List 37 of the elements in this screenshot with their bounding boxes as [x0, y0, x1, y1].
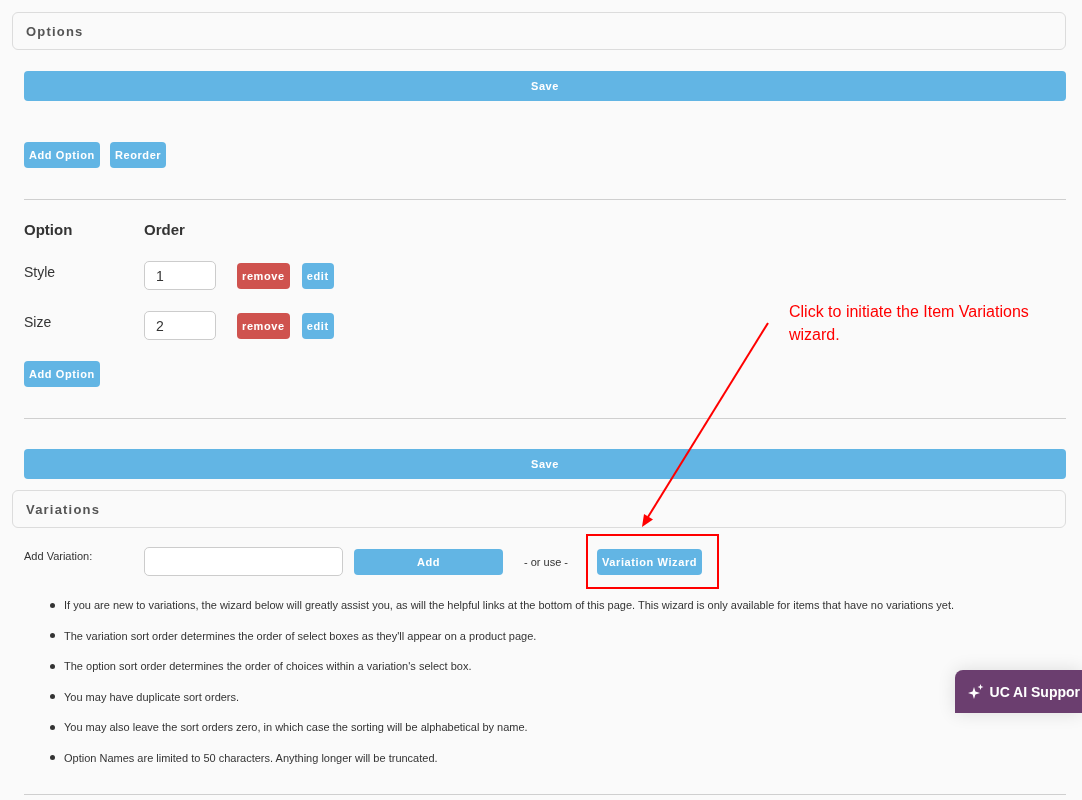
annotation-text: Click to initiate the Item Variations wizard. [789, 302, 1030, 345]
note-text: You may also leave the sort orders zero, in which case the sorting will be alphabetical by name. [64, 720, 528, 735]
column-header: Order [144, 221, 185, 239]
note-text: Option Names are limited to 50 characters. Anything longer will be truncated. [64, 750, 438, 765]
save-button[interactable]: Save [24, 449, 1066, 479]
bullet-icon [50, 724, 55, 730]
add-option-button[interactable]: Add Option [24, 361, 100, 387]
add-button[interactable]: Add [354, 548, 503, 575]
bullet-icon [50, 602, 55, 608]
bullet-icon [50, 755, 55, 761]
section-title: Variations [26, 501, 101, 517]
order-field[interactable]: 1 [144, 261, 216, 290]
section-title: Options [26, 23, 84, 39]
remove-button[interactable]: remove [237, 262, 290, 289]
note-text: The option sort order determines the order of choices within a variation's select box. [64, 659, 472, 674]
separator-text: - or use - [524, 555, 568, 568]
support-chat-button[interactable]: UC AI Suppor [954, 670, 1082, 713]
variation-wizard-button[interactable]: Variation Wizard [597, 549, 703, 575]
add-option-button[interactable]: Add Option [24, 142, 100, 168]
variation-name-field[interactable] [144, 547, 343, 576]
note-text: If you are new to variations, the wizard below will greatly assist you, as will the helpful links at the bottom of this page. This wizard is only available for items that have no variations yet. [64, 598, 954, 612]
bullet-icon [50, 633, 55, 639]
note-text: You may have duplicate sort orders. [64, 689, 240, 704]
column-header: Option [24, 221, 73, 239]
option-name: Style [24, 264, 56, 280]
save-button[interactable]: Save [24, 71, 1066, 101]
remove-button[interactable]: remove [237, 312, 290, 339]
bullet-icon [50, 663, 55, 669]
note-text: The variation sort order determines the order of select boxes as they'll appear on a product page. [64, 628, 537, 643]
edit-button[interactable]: edit [301, 262, 334, 289]
edit-button[interactable]: edit [301, 312, 334, 339]
field-label: Add Variation: [24, 549, 93, 563]
reorder-button[interactable]: Reorder [109, 142, 167, 168]
sparkle-icon [967, 683, 984, 700]
option-name: Size [24, 314, 52, 330]
order-field[interactable]: 2 [144, 311, 216, 340]
bullet-icon [50, 694, 55, 700]
